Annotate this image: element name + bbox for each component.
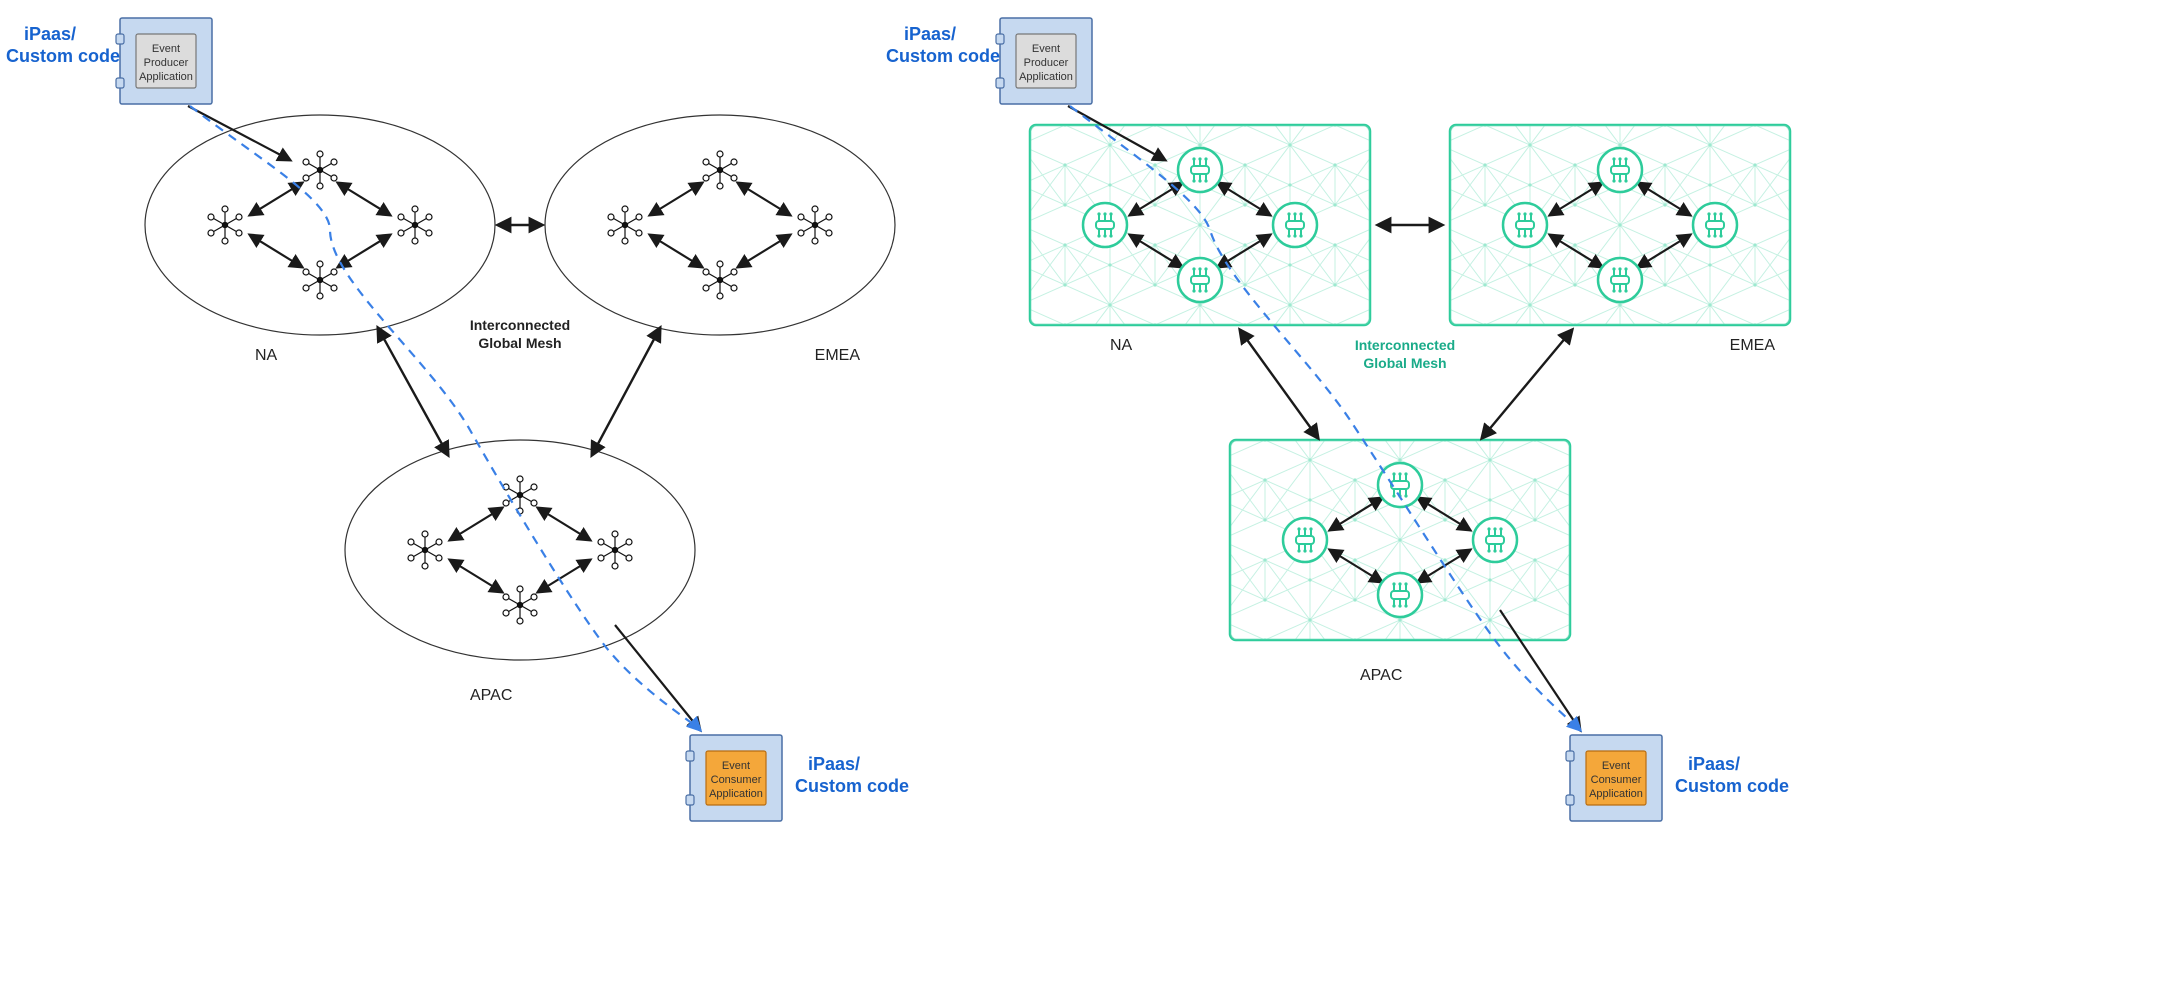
ipaas-consumer-label2-r: Custom code [1675,776,1789,796]
ipaas-producer-label2-r: Custom code [886,46,1000,66]
emea-cluster: EMEA [545,115,895,364]
producer-to-na-arrow [188,106,290,160]
link-emea-apac [592,328,660,455]
svg-text:Application: Application [1019,71,1073,83]
na-cluster: NA [145,115,495,364]
emea-label-r: EMEA [1730,337,1776,354]
apac-label: APAC [470,687,512,704]
mesh-label-l1-r: Interconnected [1355,337,1455,353]
link-na-apac [378,328,448,455]
na-label-r: NA [1110,337,1133,354]
event-producer-card-r: Event Producer Application [996,18,1092,104]
svg-text:Producer: Producer [1024,57,1069,69]
apac-cluster: APAC [345,440,695,704]
event-producer-card: Event Producer Application [116,18,212,104]
na-label: NA [255,347,278,364]
link-na-apac-r [1240,330,1318,438]
ipaas-consumer-label-r: iPaas/ [1688,754,1740,774]
event-consumer-card-r: Event Consumer Application [1566,735,1662,821]
svg-text:Consumer: Consumer [711,774,762,786]
event-consumer-card: Event Consumer Application [686,735,782,821]
mesh-label-l2: Global Mesh [478,335,561,351]
mesh-label-l1: Interconnected [470,317,570,333]
ipaas-producer-label-r: iPaas/ [904,24,956,44]
ipaas-consumer-label: iPaas/ [808,754,860,774]
svg-text:Event: Event [722,760,750,772]
svg-text:Application: Application [1589,788,1643,800]
svg-text:Application: Application [709,788,763,800]
na-cluster-r: NA [1030,125,1370,354]
apac-cluster-r: APAC [1230,440,1570,684]
svg-text:Event: Event [152,43,180,55]
ipaas-consumer-label2: Custom code [795,776,909,796]
svg-text:Consumer: Consumer [1591,774,1642,786]
emea-label: EMEA [815,347,861,364]
emea-cluster-r: EMEA [1450,125,1790,354]
apac-to-consumer-arrow [615,625,700,730]
ipaas-producer-label2: Custom code [6,46,120,66]
svg-text:Event: Event [1602,760,1630,772]
link-emea-apac-r [1482,330,1572,438]
ipaas-producer-label: iPaas/ [24,24,76,44]
mesh-label-l2-r: Global Mesh [1363,355,1446,371]
svg-text:Producer: Producer [144,57,189,69]
right-diagram: iPaas/ Custom code Event Producer Applic… [886,18,1790,821]
svg-text:Event: Event [1032,43,1060,55]
left-diagram: iPaas/ Custom code Event Producer Applic… [6,18,909,821]
svg-text:Application: Application [139,71,193,83]
apac-label-r: APAC [1360,667,1402,684]
